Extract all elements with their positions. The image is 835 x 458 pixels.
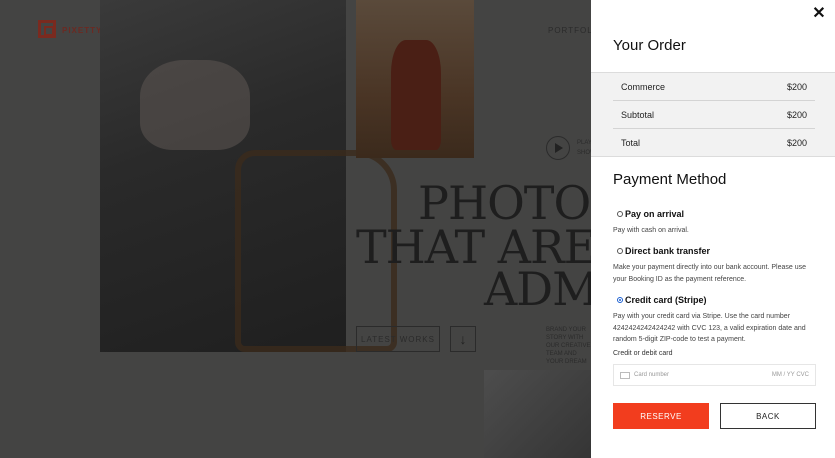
credit-card-icon	[620, 371, 630, 379]
back-button[interactable]: BACK	[720, 403, 816, 429]
payment-method-title: Payment Method	[613, 171, 727, 188]
payment-option-desc: Make your payment directly into our bank…	[613, 264, 806, 283]
card-number-input[interactable]: Card number MM / YY CVC	[613, 364, 816, 386]
arrow-down-icon[interactable]: ↓	[450, 326, 476, 352]
payment-option-label: Credit card (Stripe)	[625, 295, 707, 305]
hero-photo	[100, 0, 397, 352]
headline-line-3: ADMI	[484, 262, 591, 316]
order-row: Total $200	[613, 129, 815, 156]
reserve-button[interactable]: RESERVE	[613, 403, 709, 429]
order-row-label: Subtotal	[621, 109, 655, 120]
payment-option-stripe[interactable]: Credit card (Stripe)	[617, 295, 707, 305]
order-row-value: $200	[786, 81, 807, 92]
logo-icon	[38, 20, 56, 38]
order-row-label: Total	[621, 137, 641, 148]
nav-link-portfolio[interactable]: PORTFOLIO	[548, 26, 591, 35]
order-row-value: $200	[786, 109, 807, 120]
bottom-photo	[484, 370, 591, 458]
card-number-placeholder: Card number	[634, 372, 670, 378]
close-icon[interactable]: ✕	[811, 6, 827, 22]
order-row: Subtotal $200	[613, 101, 815, 129]
order-row: Commerce $200	[613, 73, 815, 101]
background-page: PIXETTY PORTFOLIO PLAY SHOWREEL PHOTOS T…	[0, 0, 591, 458]
top-photo	[356, 0, 474, 158]
payment-option-desc: Pay with cash on arrival.	[613, 227, 689, 234]
card-field-label: Credit or debit card	[613, 350, 673, 357]
radio-button-checked[interactable]	[617, 297, 623, 303]
play-icon[interactable]	[546, 136, 570, 160]
payment-option-arrival[interactable]: Pay on arrival	[617, 209, 684, 219]
payment-option-bank[interactable]: Direct bank transfer	[617, 246, 710, 256]
radio-button[interactable]	[617, 211, 623, 217]
payment-option-desc: Pay with your credit card via Stripe. Us…	[613, 313, 806, 343]
latest-works-button[interactable]: LATEST WORKS	[356, 326, 440, 352]
order-title: Your Order	[613, 37, 686, 54]
card-expiry-cvc-placeholder: MM / YY CVC	[771, 372, 809, 378]
logo-text: PIXETTY	[62, 26, 103, 35]
payment-option-label: Direct bank transfer	[625, 246, 711, 256]
play-text: PLAY SHOWREEL	[577, 140, 591, 156]
order-row-value: $200	[786, 137, 807, 148]
order-row-label: Commerce	[621, 81, 666, 92]
intro-text: BRAND YOUR STORY WITH OUR CREATIVE TEAM …	[546, 327, 591, 365]
order-table: Commerce $200 Subtotal $200 Total $200	[591, 72, 835, 157]
radio-button[interactable]	[617, 248, 623, 254]
payment-option-label: Pay on arrival	[625, 209, 685, 219]
order-panel: ✕ Your Order Commerce $200 Subtotal $200…	[591, 0, 835, 458]
